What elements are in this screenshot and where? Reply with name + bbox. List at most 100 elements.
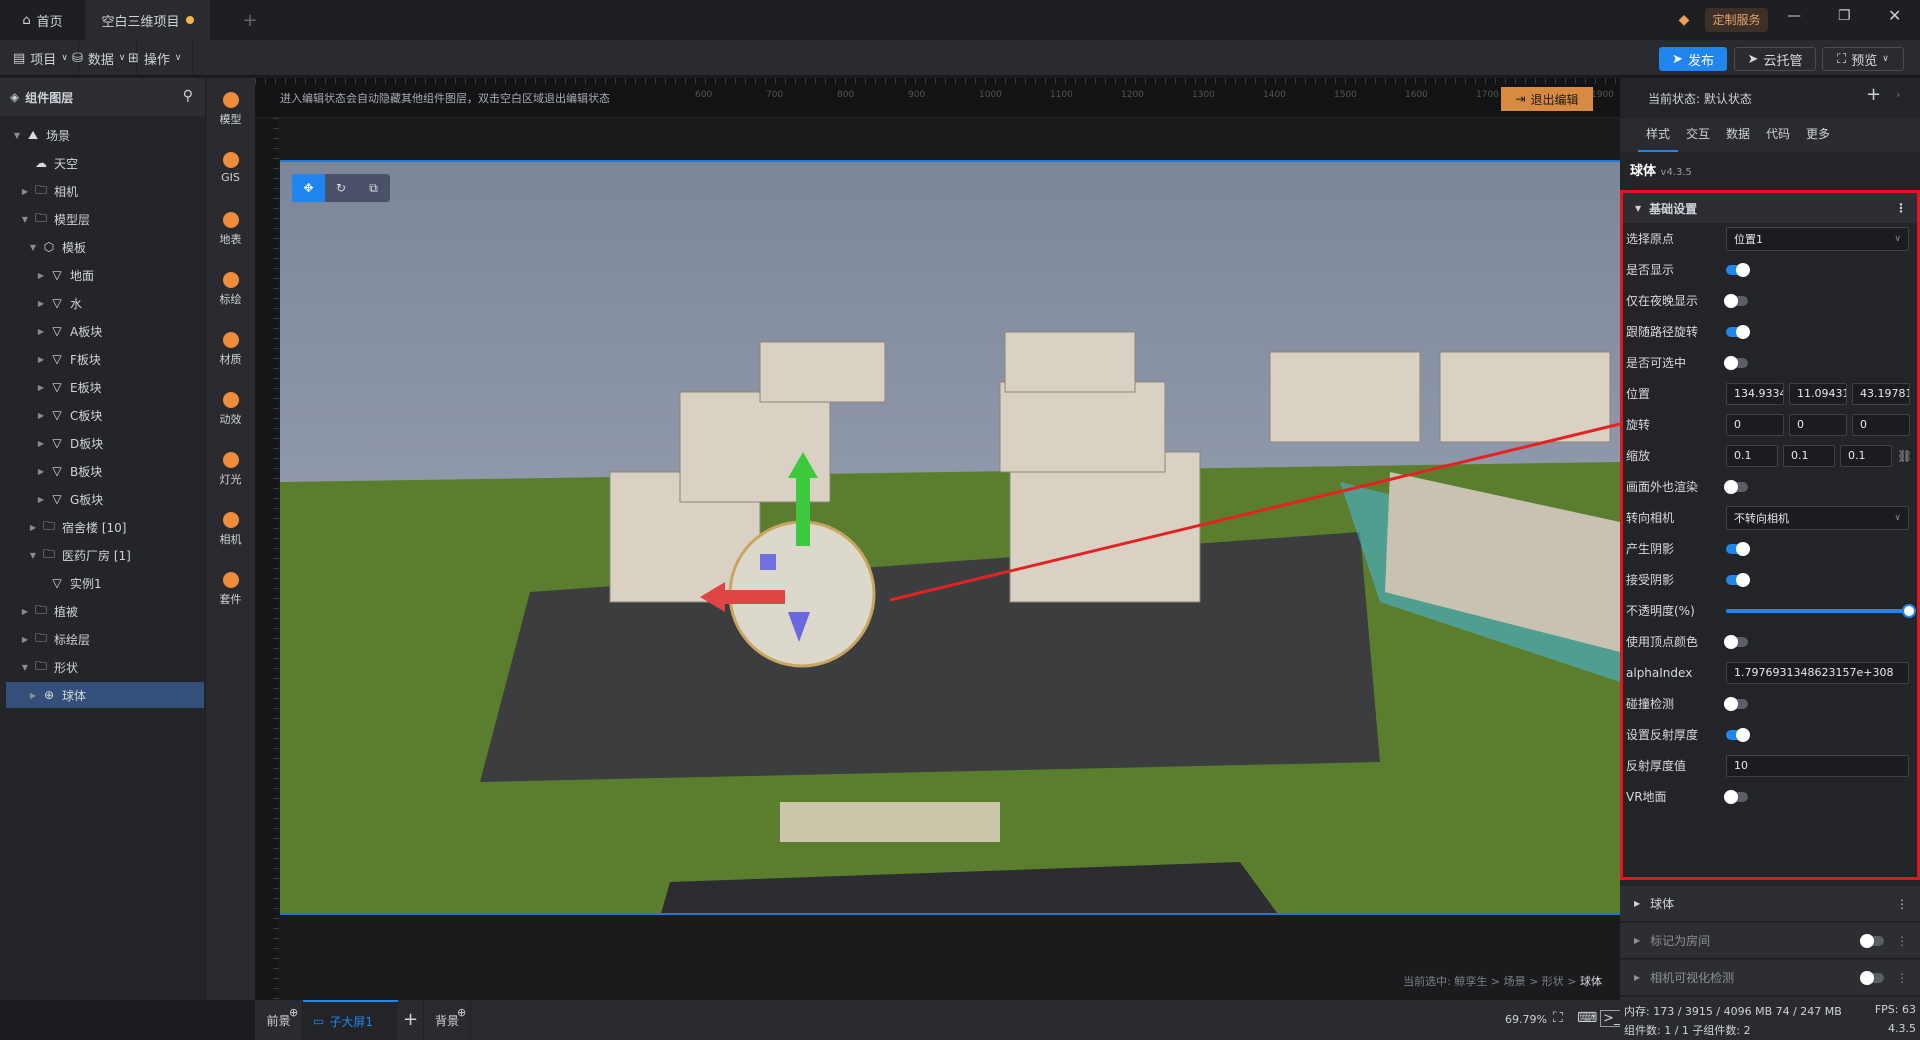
close-button[interactable]: ✕ — [1888, 6, 1901, 25]
more-icon[interactable]: ⋮ — [1895, 201, 1907, 215]
toggle-switch[interactable] — [1724, 634, 1748, 649]
component-category[interactable]: 动效 — [206, 392, 255, 427]
component-category[interactable]: 灯光 — [206, 452, 255, 487]
collapsed-section[interactable]: ▶ 球体 ⋮ — [1620, 886, 1920, 922]
vector-input[interactable]: 43.1978187 — [1852, 382, 1910, 405]
tree-item[interactable]: ▶ ⊕ 球体 — [6, 682, 204, 708]
tree-item[interactable]: ▶ 🗀 宿舍楼 [10] — [0, 514, 205, 540]
tree-item[interactable]: ▽ 实例1 — [0, 570, 205, 596]
collapsed-section[interactable]: ▶ 标记为房间 ⋮ — [1620, 923, 1920, 959]
publish-button[interactable]: ➤ 发布 — [1659, 47, 1727, 71]
vector-input[interactable]: 0.1 — [1726, 444, 1778, 467]
caret-right-icon[interactable]: ▶ — [18, 607, 32, 616]
caret-down-icon[interactable]: ▼ — [18, 215, 32, 224]
component-category[interactable]: GIS — [206, 152, 255, 184]
select-dropdown[interactable]: 不转向相机 ∨ — [1726, 505, 1909, 530]
vector-input[interactable]: 0 — [1726, 413, 1784, 436]
caret-right-icon[interactable]: ▶ — [34, 383, 48, 392]
property-tab[interactable]: 交互 — [1678, 118, 1718, 152]
tab-project[interactable]: 空白三维项目 — [85, 0, 210, 40]
tree-item[interactable]: ▶ ▽ 地面 — [0, 262, 205, 288]
toggle-switch[interactable] — [1726, 262, 1750, 277]
caret-right-icon[interactable]: ▶ — [18, 635, 32, 644]
caret-right-icon[interactable]: ▶ — [34, 327, 48, 336]
scale-tool-icon[interactable]: ⧉ — [357, 174, 390, 202]
tree-item[interactable]: ▶ 🗀 标绘层 — [0, 626, 205, 652]
exit-edit-button[interactable]: ⇥ 退出编辑 — [1501, 87, 1593, 111]
toggle-switch[interactable] — [1860, 970, 1884, 985]
property-tab[interactable]: 更多 — [1798, 118, 1838, 152]
caret-right-icon[interactable]: ▶ — [34, 411, 48, 420]
keyboard-icon[interactable]: ⌨ — [1577, 1010, 1597, 1026]
3d-viewport[interactable]: ✥ ↻ ⧉ — [280, 160, 1620, 915]
tree-item[interactable]: ▼ ⬡ 模板 — [0, 234, 205, 260]
alpha-index-input[interactable]: 1.7976931348623157e+308 — [1726, 661, 1909, 684]
toggle-switch[interactable] — [1726, 727, 1750, 742]
select-dropdown[interactable]: 位置1 ∨ — [1726, 226, 1909, 251]
tree-item[interactable]: ▶ ▽ C板块 — [0, 402, 205, 428]
caret-right-icon[interactable]: ▶ — [34, 299, 48, 308]
caret-down-icon[interactable]: ▼ — [10, 131, 24, 140]
property-tab[interactable]: 代码 — [1758, 118, 1798, 152]
component-category[interactable]: 地表 — [206, 212, 255, 247]
tree-item[interactable]: ▶ ▽ 水 — [0, 290, 205, 316]
caret-down-icon[interactable]: ▼ — [18, 663, 32, 672]
component-category[interactable]: 套件 — [206, 572, 255, 607]
tree-item[interactable]: ▶ ▽ F板块 — [0, 346, 205, 372]
tree-item[interactable]: ▶ ▽ E板块 — [0, 374, 205, 400]
move-tool-icon[interactable]: ✥ — [292, 174, 325, 202]
component-category[interactable]: 材质 — [206, 332, 255, 367]
tree-item[interactable]: ▼ 🗀 模型层 — [0, 206, 205, 232]
tree-item[interactable]: ▼ 🗀 医药厂房 [1] — [0, 542, 205, 568]
caret-right-icon[interactable]: ▶ — [26, 691, 40, 700]
caret-right-icon[interactable]: ▶ — [34, 271, 48, 280]
component-category[interactable]: 模型 — [206, 92, 255, 127]
slider-handle[interactable] — [1902, 603, 1916, 618]
caret-down-icon[interactable]: ▼ — [26, 243, 40, 252]
minimize-button[interactable]: — — [1787, 8, 1801, 24]
rotate-tool-icon[interactable]: ↻ — [325, 174, 357, 202]
tree-item[interactable]: ☁ 天空 — [0, 150, 205, 176]
toggle-switch[interactable] — [1724, 696, 1748, 711]
menu-operation[interactable]: ⊞ 操作 ∨ — [118, 40, 193, 76]
property-tab[interactable]: 样式 — [1638, 118, 1678, 152]
vector-input[interactable]: 134.93342 — [1726, 382, 1784, 405]
vector-input[interactable]: 0.1 — [1783, 444, 1835, 467]
caret-right-icon[interactable]: ▶ — [34, 439, 48, 448]
reflect-value-input[interactable]: 10 — [1726, 754, 1909, 777]
toggle-switch[interactable] — [1724, 479, 1748, 494]
more-icon[interactable]: ⋮ — [1896, 934, 1908, 948]
preview-button[interactable]: ⛶ 预览 ∨ — [1822, 47, 1904, 71]
custom-service-button[interactable]: 定制服务 — [1705, 8, 1768, 32]
tree-item[interactable]: ▶ ▽ D板块 — [0, 430, 205, 456]
section-header[interactable]: ▼ 基础设置 ⋮ — [1623, 193, 1917, 223]
add-state-button[interactable]: + — [1866, 84, 1881, 105]
search-icon[interactable]: ⚲ — [183, 88, 193, 104]
collapsed-section[interactable]: ▶ 相机可视化检测 ⋮ — [1620, 960, 1920, 996]
chevron-right-icon[interactable]: › — [1896, 88, 1900, 101]
component-category[interactable]: 标绘 — [206, 272, 255, 307]
more-icon[interactable]: ⋮ — [1896, 971, 1908, 985]
caret-right-icon[interactable]: ▶ — [34, 355, 48, 364]
caret-right-icon[interactable]: ▶ — [26, 523, 40, 532]
caret-right-icon[interactable]: ▶ — [34, 495, 48, 504]
tree-item[interactable]: ▶ ▽ B板块 — [0, 458, 205, 484]
toggle-switch[interactable] — [1724, 355, 1748, 370]
restore-button[interactable]: ❐ — [1838, 8, 1851, 24]
more-icon[interactable]: ⋮ — [1896, 897, 1908, 911]
toggle-switch[interactable] — [1860, 933, 1884, 948]
add-background-icon[interactable]: ⊕ — [457, 1006, 466, 1019]
toggle-switch[interactable] — [1726, 541, 1750, 556]
tree-item[interactable]: ▶ 🗀 相机 — [0, 178, 205, 204]
toggle-switch[interactable] — [1724, 293, 1748, 308]
caret-right-icon[interactable]: ▶ — [34, 467, 48, 476]
fit-screen-icon[interactable]: ⛶ — [1553, 1010, 1563, 1026]
vector-input[interactable]: 0 — [1852, 413, 1910, 436]
add-foreground-icon[interactable]: ⊕ — [289, 1006, 298, 1019]
vector-input[interactable]: 0 — [1789, 413, 1847, 436]
property-tab[interactable]: 数据 — [1718, 118, 1758, 152]
vector-input[interactable]: 0.1 — [1840, 444, 1892, 467]
cloud-host-button[interactable]: ➤ 云托管 — [1734, 47, 1816, 71]
component-category[interactable]: 相机 — [206, 512, 255, 547]
toggle-switch[interactable] — [1724, 789, 1748, 804]
